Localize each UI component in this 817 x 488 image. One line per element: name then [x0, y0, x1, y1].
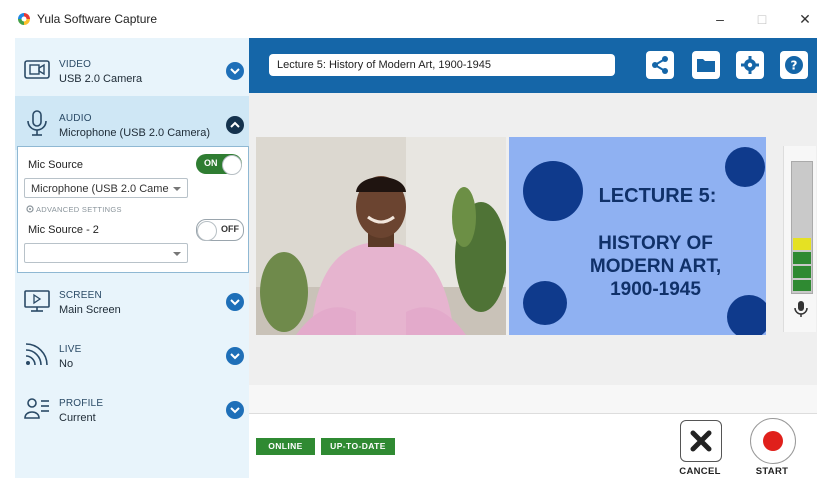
sidebar-item-title: LIVE [59, 344, 82, 355]
sidebar-item-value: Microphone (USB 2.0 Camera) [59, 127, 211, 139]
mic-source-select[interactable]: Microphone (USB 2.0 Came [24, 178, 188, 198]
level-segment [793, 280, 811, 291]
advanced-settings-link[interactable]: ADVANCED SETTINGS [26, 205, 122, 214]
close-icon [690, 430, 712, 452]
start-label: START [755, 466, 789, 477]
screen-icon [24, 290, 50, 312]
settings-button[interactable] [736, 51, 764, 79]
sidebar-item-title: VIDEO [59, 59, 92, 70]
sidebar-item-title: SCREEN [59, 290, 102, 301]
sidebar-item-title: PROFILE [59, 398, 104, 409]
level-segment [793, 252, 811, 264]
chevron-down-icon[interactable] [226, 293, 244, 311]
bottom-bar: ONLINE UP-TO-DATE CANCEL START [249, 413, 817, 479]
mic-source-2-select[interactable] [24, 243, 188, 263]
close-button[interactable]: ✕ [790, 8, 817, 30]
sidebar-item-audio[interactable]: AUDIO Microphone (USB 2.0 Camera) [15, 96, 249, 150]
minimize-button[interactable]: – [705, 8, 735, 30]
microphone-icon [27, 110, 47, 136]
chevron-down-icon[interactable] [226, 347, 244, 365]
slide-heading: LECTURE 5: [598, 185, 717, 207]
profile-icon [24, 398, 49, 419]
help-icon: ? [785, 56, 803, 74]
chevron-down-icon[interactable] [226, 62, 244, 80]
sidebar-item-title: AUDIO [59, 113, 92, 124]
chevron-down-icon[interactable] [226, 401, 244, 419]
separator-strip [249, 385, 817, 413]
slide-line-4: 1900-1945 [610, 279, 701, 300]
toggle-state-label: OFF [221, 224, 239, 234]
mic-source-2-toggle[interactable]: OFF [196, 219, 244, 241]
slide-preview: LECTURE 5: HISTORY OF MODERN ART, 1900-1… [509, 137, 766, 335]
slide-line-3: MODERN ART, [589, 256, 722, 277]
mic-source-label: Mic Source [28, 159, 84, 171]
folder-icon [697, 59, 715, 72]
start-button[interactable] [750, 418, 796, 464]
audio-settings-panel: Mic Source ON Microphone (USB 2.0 Came A… [17, 146, 249, 273]
camera-icon [24, 60, 50, 79]
sidebar-item-value: USB 2.0 Camera [59, 73, 143, 85]
advanced-settings-label: ADVANCED SETTINGS [35, 205, 122, 214]
audio-level-bar [791, 161, 813, 294]
sidebar-item-live[interactable]: LIVE No [15, 327, 249, 381]
audio-level-meter [783, 146, 816, 332]
chevron-up-icon[interactable] [226, 116, 244, 134]
preview-stage: LECTURE 5: HISTORY OF MODERN ART, 1900-1… [249, 93, 817, 385]
sidebar-item-screen[interactable]: SCREEN Main Screen [15, 273, 249, 327]
toolbar: ? [249, 38, 817, 93]
level-segment [793, 238, 811, 250]
camera-preview [256, 137, 506, 335]
share-icon [652, 56, 668, 74]
sidebar: VIDEO USB 2.0 Camera AUDIO Microphone (U… [15, 38, 250, 478]
maximize-button[interactable]: □ [747, 8, 777, 30]
mic-source-toggle[interactable]: ON [196, 154, 242, 175]
sidebar-item-value: Current [59, 412, 96, 424]
mic-source-2-label: Mic Source - 2 [28, 224, 99, 236]
slide-line-2: HISTORY OF [598, 233, 713, 254]
sidebar-item-value: Main Screen [59, 304, 121, 316]
share-button[interactable] [646, 51, 674, 79]
sidebar-item-value: No [59, 358, 74, 370]
cancel-label: CANCEL [679, 466, 721, 477]
help-button[interactable]: ? [780, 51, 808, 79]
mic-source-select-value: Microphone (USB 2.0 Came [31, 183, 169, 195]
dropdown-caret-icon [173, 187, 181, 191]
online-status-badge: ONLINE [256, 438, 315, 455]
app-logo-icon [18, 13, 30, 25]
toggle-knob [222, 155, 242, 175]
camera-feed-image [256, 137, 506, 335]
app-window: Yula Software Capture – □ ✕ VIDEO USB 2.… [0, 0, 817, 488]
title-bar: Yula Software Capture – □ ✕ [0, 0, 817, 38]
update-status-badge: UP-TO-DATE [321, 438, 395, 455]
window-title: Yula Software Capture [37, 12, 158, 26]
microphone-icon [794, 301, 808, 317]
recording-title-input[interactable] [269, 54, 615, 76]
cancel-button[interactable] [680, 420, 722, 462]
toggle-state-label: ON [204, 158, 218, 168]
dropdown-caret-icon [173, 252, 181, 256]
level-segment [793, 266, 811, 278]
open-folder-button[interactable] [692, 51, 720, 79]
sidebar-item-video[interactable]: VIDEO USB 2.0 Camera [15, 42, 249, 96]
gear-small-icon [26, 205, 34, 213]
sidebar-item-profile[interactable]: PROFILE Current [15, 381, 249, 435]
toggle-knob [197, 221, 217, 241]
broadcast-icon [25, 343, 48, 366]
gear-icon [741, 56, 759, 74]
record-icon [763, 431, 783, 451]
svg-text:?: ? [791, 59, 798, 73]
